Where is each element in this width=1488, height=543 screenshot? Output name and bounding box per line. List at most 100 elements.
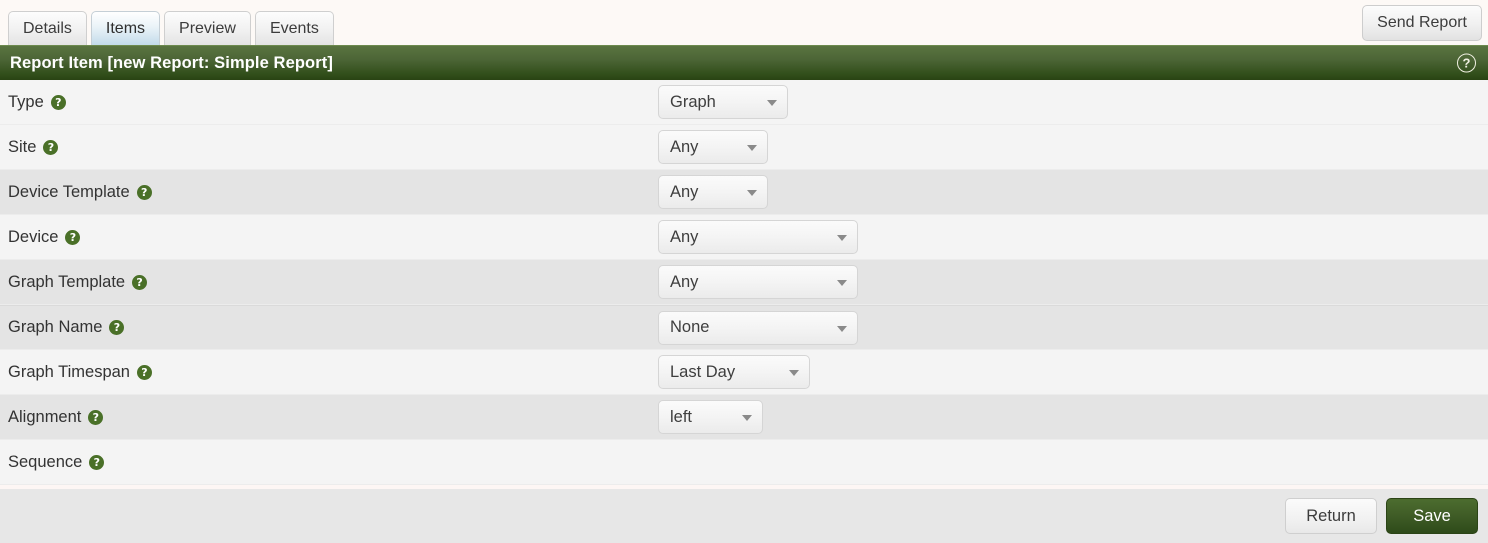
- select-value: Any: [670, 227, 699, 246]
- select-graph-template[interactable]: Any: [658, 265, 858, 299]
- help-glyph: ?: [141, 365, 148, 379]
- select-site[interactable]: Any: [658, 130, 768, 164]
- field-label-graph-name: Graph Name?: [8, 318, 658, 337]
- chevron-down-icon: [837, 325, 847, 332]
- field-label-sequence: Sequence?: [8, 453, 658, 472]
- tab-label: Preview: [179, 19, 236, 37]
- return-button[interactable]: Return: [1285, 498, 1377, 534]
- select-value: Any: [670, 182, 699, 201]
- field-cell-graph-timespan: Last Day: [658, 355, 1488, 389]
- tab-label: Events: [269, 19, 319, 37]
- label-text: Graph Name: [8, 318, 103, 336]
- field-label-site: Site?: [8, 138, 658, 157]
- help-icon-sequence[interactable]: ?: [89, 454, 105, 470]
- chevron-down-icon: [747, 190, 757, 196]
- help-icon-type[interactable]: ?: [50, 94, 66, 110]
- form-row-alignment: Alignment? left: [0, 395, 1488, 440]
- select-value: Last Day: [670, 362, 736, 381]
- select-graph-timespan[interactable]: Last Day: [658, 355, 810, 389]
- tab-events[interactable]: Events: [254, 11, 334, 45]
- panel-header: Report Item [new Report: Simple Report] …: [0, 45, 1488, 80]
- field-label-graph-template: Graph Template?: [8, 273, 658, 292]
- help-icon-graph-timespan[interactable]: ?: [136, 364, 152, 380]
- help-glyph: ?: [1462, 55, 1471, 71]
- help-glyph: ?: [47, 140, 55, 154]
- question-circle-icon[interactable]: ?: [1457, 53, 1476, 73]
- tab-details[interactable]: Details: [8, 11, 87, 45]
- help-icon-graph-template[interactable]: ?: [132, 274, 148, 290]
- help-glyph: ?: [113, 321, 121, 334]
- label-text: Graph Timespan: [8, 362, 130, 381]
- field-cell-alignment: left: [658, 400, 1488, 434]
- form-row-type: Type? Graph: [0, 80, 1488, 125]
- chevron-down-icon: [789, 370, 799, 376]
- tab-bar: Details Items Preview Events Send Report: [0, 0, 1488, 45]
- field-label-graph-timespan: Graph Timespan?: [8, 363, 658, 382]
- label-text: Graph Template: [8, 272, 126, 291]
- field-label-device: Device?: [8, 228, 658, 247]
- chevron-down-icon: [742, 415, 752, 421]
- help-glyph: ?: [92, 410, 100, 424]
- field-cell-type: Graph: [658, 85, 1488, 119]
- send-report-label: Send Report: [1377, 14, 1467, 31]
- form-row-graph-template: Graph Template? Any: [0, 260, 1488, 305]
- field-cell-device-template: Any: [658, 175, 1488, 209]
- help-icon-site[interactable]: ?: [43, 139, 59, 155]
- save-label: Save: [1413, 506, 1451, 525]
- select-value: Any: [670, 137, 699, 156]
- help-icon-alignment[interactable]: ?: [88, 409, 104, 425]
- select-graph-name[interactable]: None: [658, 310, 858, 345]
- form-row-device-template: Device Template? Any: [0, 170, 1488, 215]
- form-action-bar: Return Save: [0, 489, 1488, 543]
- report-item-page: Details Items Preview Events Send Report Re…: [0, 0, 1488, 543]
- tab-label: Details: [23, 19, 72, 37]
- form-row-sequence: Sequence?: [0, 440, 1488, 485]
- tab-list: Details Items Preview Events: [8, 11, 338, 45]
- help-icon-device[interactable]: ?: [65, 229, 81, 245]
- save-button[interactable]: Save: [1386, 498, 1478, 534]
- label-text: Device: [8, 227, 59, 246]
- chevron-down-icon: [747, 145, 757, 151]
- help-glyph: ?: [140, 185, 148, 199]
- select-value: Any: [670, 272, 699, 291]
- label-text: Site: [8, 137, 37, 156]
- field-label-type: Type?: [8, 93, 658, 112]
- help-glyph: ?: [136, 275, 143, 289]
- help-glyph: ?: [69, 230, 77, 244]
- field-cell-site: Any: [658, 130, 1488, 164]
- form-row-graph-name: Graph Name? None: [0, 305, 1488, 350]
- select-value: None: [670, 318, 710, 337]
- form-row-graph-timespan: Graph Timespan? Last Day: [0, 350, 1488, 395]
- send-report-button[interactable]: Send Report: [1362, 5, 1482, 41]
- help-icon-graph-name[interactable]: ?: [109, 320, 125, 335]
- select-device-template[interactable]: Any: [658, 175, 768, 209]
- return-label: Return: [1306, 506, 1356, 525]
- chevron-down-icon: [837, 280, 847, 286]
- select-device[interactable]: Any: [658, 220, 858, 254]
- label-text: Alignment: [8, 407, 82, 426]
- form-row-site: Site? Any: [0, 125, 1488, 170]
- label-text: Type: [8, 92, 44, 111]
- field-cell-graph-name: None: [658, 310, 1488, 345]
- select-value: left: [670, 407, 693, 426]
- report-item-form: Type? Graph Site? Any Device Template? Any Dev…: [0, 80, 1488, 485]
- select-type[interactable]: Graph: [658, 85, 788, 119]
- tab-preview[interactable]: Preview: [164, 11, 251, 45]
- select-value: Graph: [670, 92, 716, 111]
- chevron-down-icon: [837, 235, 847, 241]
- help-glyph: ?: [55, 95, 62, 109]
- field-label-alignment: Alignment?: [8, 408, 658, 427]
- chevron-down-icon: [767, 100, 777, 106]
- select-alignment[interactable]: left: [658, 400, 763, 434]
- help-glyph: ?: [93, 455, 101, 469]
- form-row-device: Device? Any: [0, 215, 1488, 260]
- help-icon-device-template[interactable]: ?: [136, 184, 152, 200]
- page-title: Report Item [new Report: Simple Report]: [10, 53, 333, 72]
- field-cell-graph-template: Any: [658, 265, 1488, 299]
- tab-label: Items: [105, 19, 146, 37]
- tab-items[interactable]: Items: [90, 11, 161, 45]
- label-text: Device Template: [8, 182, 130, 201]
- field-cell-device: Any: [658, 220, 1488, 254]
- field-label-device-template: Device Template?: [8, 183, 658, 202]
- label-text: Sequence: [8, 452, 83, 471]
